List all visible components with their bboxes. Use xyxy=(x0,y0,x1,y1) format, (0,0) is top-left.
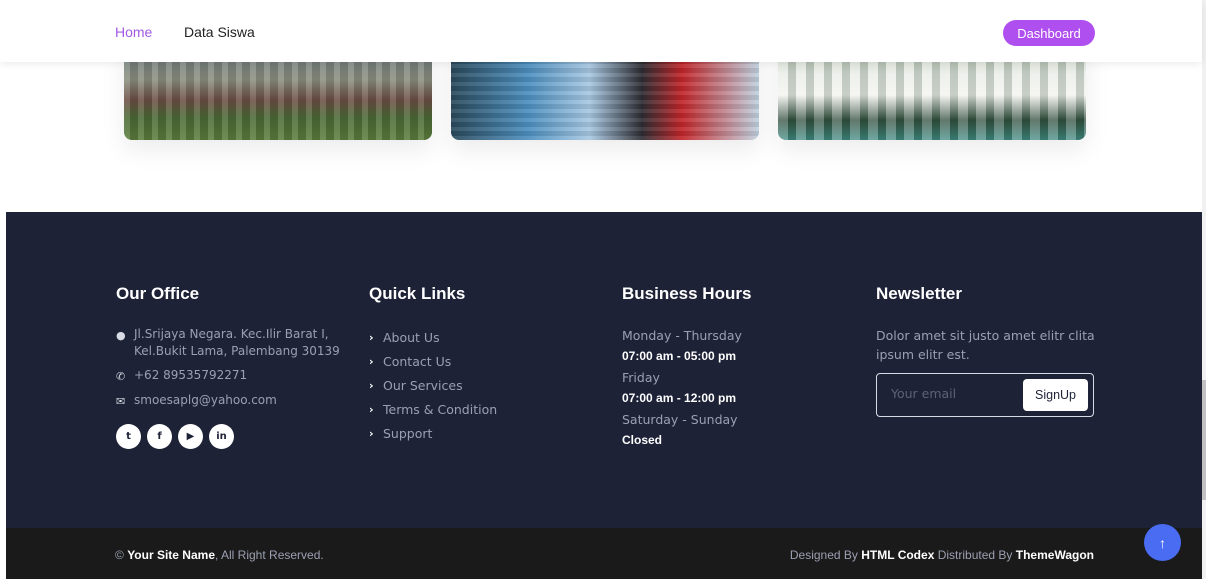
quick-link-services[interactable]: › Our Services xyxy=(369,374,569,398)
newsletter-title: Newsletter xyxy=(876,284,962,303)
distributor-link[interactable]: ThemeWagon xyxy=(1016,548,1094,562)
copyright-text: © Your Site Name, All Right Reserved. xyxy=(115,548,324,562)
quick-links-title: Quick Links xyxy=(369,284,466,303)
copyright-symbol: © xyxy=(115,548,124,562)
distributed-by-label: Distributed By xyxy=(937,548,1013,562)
email-text: smoesaplg@yahoo.com xyxy=(134,393,277,407)
chevron-right-icon: › xyxy=(369,403,374,416)
dashboard-button[interactable]: Dashboard xyxy=(1003,20,1095,46)
quick-link-label: Contact Us xyxy=(383,354,452,369)
footer: Our Office ● Jl.Srijaya Negara. Kec.Ilir… xyxy=(6,212,1202,528)
quick-link-label: Our Services xyxy=(383,378,463,393)
navbar: Home Data Siswa Dashboard xyxy=(0,0,1202,62)
facebook-icon[interactable]: f xyxy=(147,424,172,449)
envelope-icon: ✉ xyxy=(116,395,126,408)
twitter-icon[interactable]: t xyxy=(116,424,141,449)
back-to-top-button[interactable]: ↑ xyxy=(1144,524,1181,561)
designed-by-label: Designed By xyxy=(789,548,858,562)
credits-text: Designed By HTML Codex Distributed By Th… xyxy=(790,548,1094,562)
social-links: t f ▶ in xyxy=(116,424,346,449)
site-name-link[interactable]: Your Site Name xyxy=(127,548,215,562)
quick-links-column: Quick Links › About Us › Contact Us › Our S… xyxy=(369,284,569,446)
office-title: Our Office xyxy=(116,284,200,303)
phone-icon: ✆ xyxy=(116,370,126,383)
scrollbar-thumb[interactable] xyxy=(1202,380,1206,500)
office-column: Our Office ● Jl.Srijaya Negara. Kec.Ilir… xyxy=(116,284,346,449)
quick-link-label: Support xyxy=(383,426,433,441)
quick-link-about[interactable]: › About Us xyxy=(369,326,569,350)
quick-link-contact[interactable]: › Contact Us xyxy=(369,350,569,374)
chevron-right-icon: › xyxy=(369,427,374,440)
address-row: ● Jl.Srijaya Negara. Kec.Ilir Barat I, K… xyxy=(116,326,346,360)
signup-button[interactable]: SignUp xyxy=(1023,379,1088,411)
hours-day: Saturday - Sunday xyxy=(622,412,738,427)
map-marker-icon: ● xyxy=(116,329,126,342)
business-hours-title: Business Hours xyxy=(622,284,752,303)
hours-time: 07:00 am - 12:00 pm xyxy=(622,391,737,405)
arrow-up-icon: ↑ xyxy=(1159,534,1166,551)
newsletter-form: SignUp xyxy=(876,373,1094,417)
newsletter-email-input[interactable] xyxy=(891,386,1021,401)
quick-link-label: About Us xyxy=(383,330,440,345)
copyright-bar: © Your Site Name, All Right Reserved. De… xyxy=(6,528,1202,579)
phone-row: ✆ +62 89535792271 xyxy=(116,367,346,385)
hours-time: 07:00 am - 05:00 pm xyxy=(622,349,737,363)
hours-day: Friday xyxy=(622,370,660,385)
nav-data-siswa-link[interactable]: Data Siswa xyxy=(184,24,255,40)
hours-time: Closed xyxy=(622,433,663,447)
address-text: Jl.Srijaya Negara. Kec.Ilir Barat I, Kel… xyxy=(134,327,340,358)
youtube-icon[interactable]: ▶ xyxy=(178,424,203,449)
hours-day: Monday - Thursday xyxy=(622,328,742,343)
rights-text: , All Right Reserved. xyxy=(215,548,324,562)
linkedin-icon[interactable]: in xyxy=(209,424,234,449)
quick-link-terms[interactable]: › Terms & Condition xyxy=(369,398,569,422)
designer-link[interactable]: HTML Codex xyxy=(861,548,934,562)
chevron-right-icon: › xyxy=(369,379,374,392)
phone-text: +62 89535792271 xyxy=(134,368,248,382)
nav-home-link[interactable]: Home xyxy=(115,24,152,40)
quick-link-label: Terms & Condition xyxy=(383,402,498,417)
business-hours-column: Business Hours Monday - Thursday 07:00 a… xyxy=(622,284,822,452)
newsletter-column: Newsletter Dolor amet sit justo amet eli… xyxy=(876,284,1106,417)
quick-link-support[interactable]: › Support xyxy=(369,422,569,446)
newsletter-text: Dolor amet sit justo amet elitr clita ip… xyxy=(876,328,1095,362)
chevron-right-icon: › xyxy=(369,355,374,368)
email-row: ✉ smoesaplg@yahoo.com xyxy=(116,392,346,410)
chevron-right-icon: › xyxy=(369,331,374,344)
